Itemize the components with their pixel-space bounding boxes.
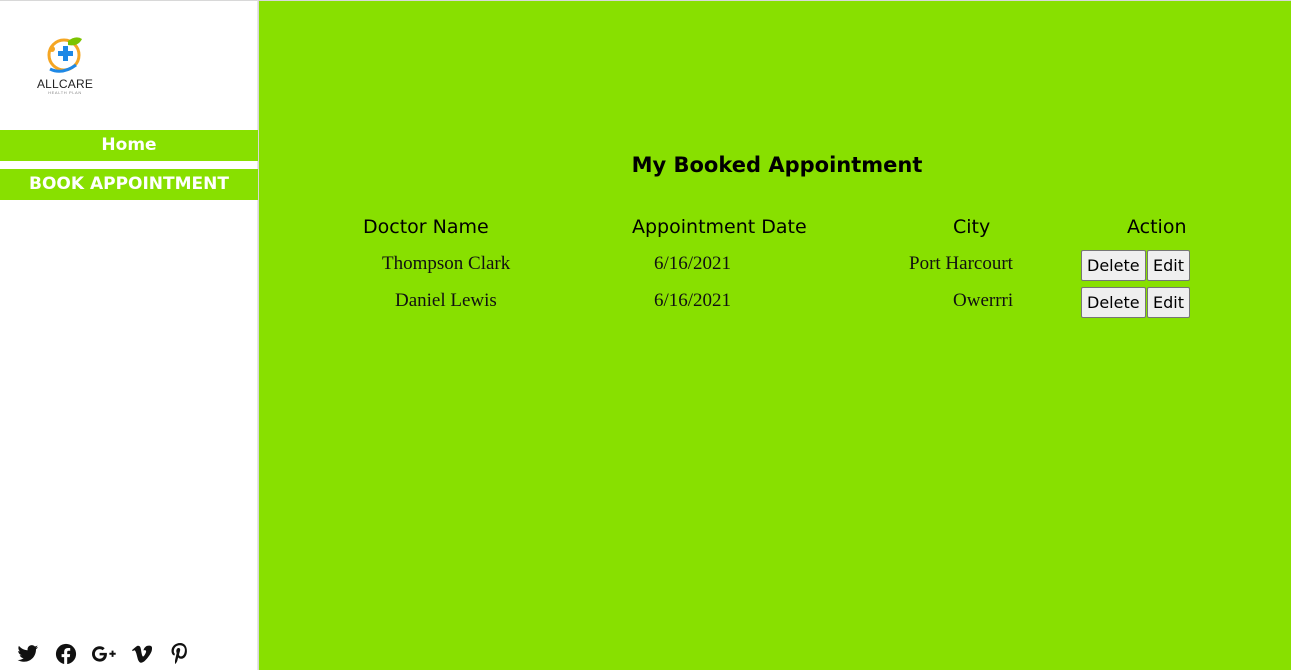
edit-button[interactable]: Edit xyxy=(1147,250,1190,281)
pinterest-icon[interactable] xyxy=(168,642,192,666)
table-cell-doctor: Thompson Clark xyxy=(382,253,511,274)
brand-tagline: HEALTH PLAN xyxy=(48,90,82,95)
health-plan-logo-icon xyxy=(47,37,82,73)
nav-home[interactable]: Home xyxy=(0,130,258,161)
column-header-date: Appointment Date xyxy=(632,216,807,238)
allcare-logo[interactable]: ALLCARE HEALTH PLAN xyxy=(34,35,96,97)
edit-button[interactable]: Edit xyxy=(1147,287,1190,318)
page-title: My Booked Appointment xyxy=(631,153,923,177)
table-cell-city: Port Harcourt xyxy=(909,253,1013,274)
brand-name: ALLCARE xyxy=(36,77,94,91)
delete-button[interactable]: Delete xyxy=(1081,287,1146,318)
column-header-action: Action xyxy=(1127,216,1187,238)
nav-book-appointment[interactable]: BOOK APPOINTMENT xyxy=(0,169,258,200)
table-cell-date: 6/16/2021 xyxy=(654,290,732,311)
table-cell-doctor: Daniel Lewis xyxy=(395,290,497,311)
delete-button[interactable]: Delete xyxy=(1081,250,1146,281)
column-header-city: City xyxy=(953,216,991,238)
twitter-icon[interactable] xyxy=(16,642,40,666)
vimeo-icon[interactable] xyxy=(130,642,154,666)
table-cell-city: Owerrri xyxy=(953,290,1014,311)
main-content: My Booked Appointment Doctor Name Appoin… xyxy=(258,0,1291,670)
sidebar: ALLCARE HEALTH PLAN Home BOOK APPOINTMEN… xyxy=(0,0,258,670)
column-header-doctor: Doctor Name xyxy=(363,216,489,238)
facebook-icon[interactable] xyxy=(54,642,78,666)
google-plus-icon[interactable] xyxy=(92,642,116,666)
social-links xyxy=(16,642,192,666)
table-cell-date: 6/16/2021 xyxy=(654,253,732,274)
